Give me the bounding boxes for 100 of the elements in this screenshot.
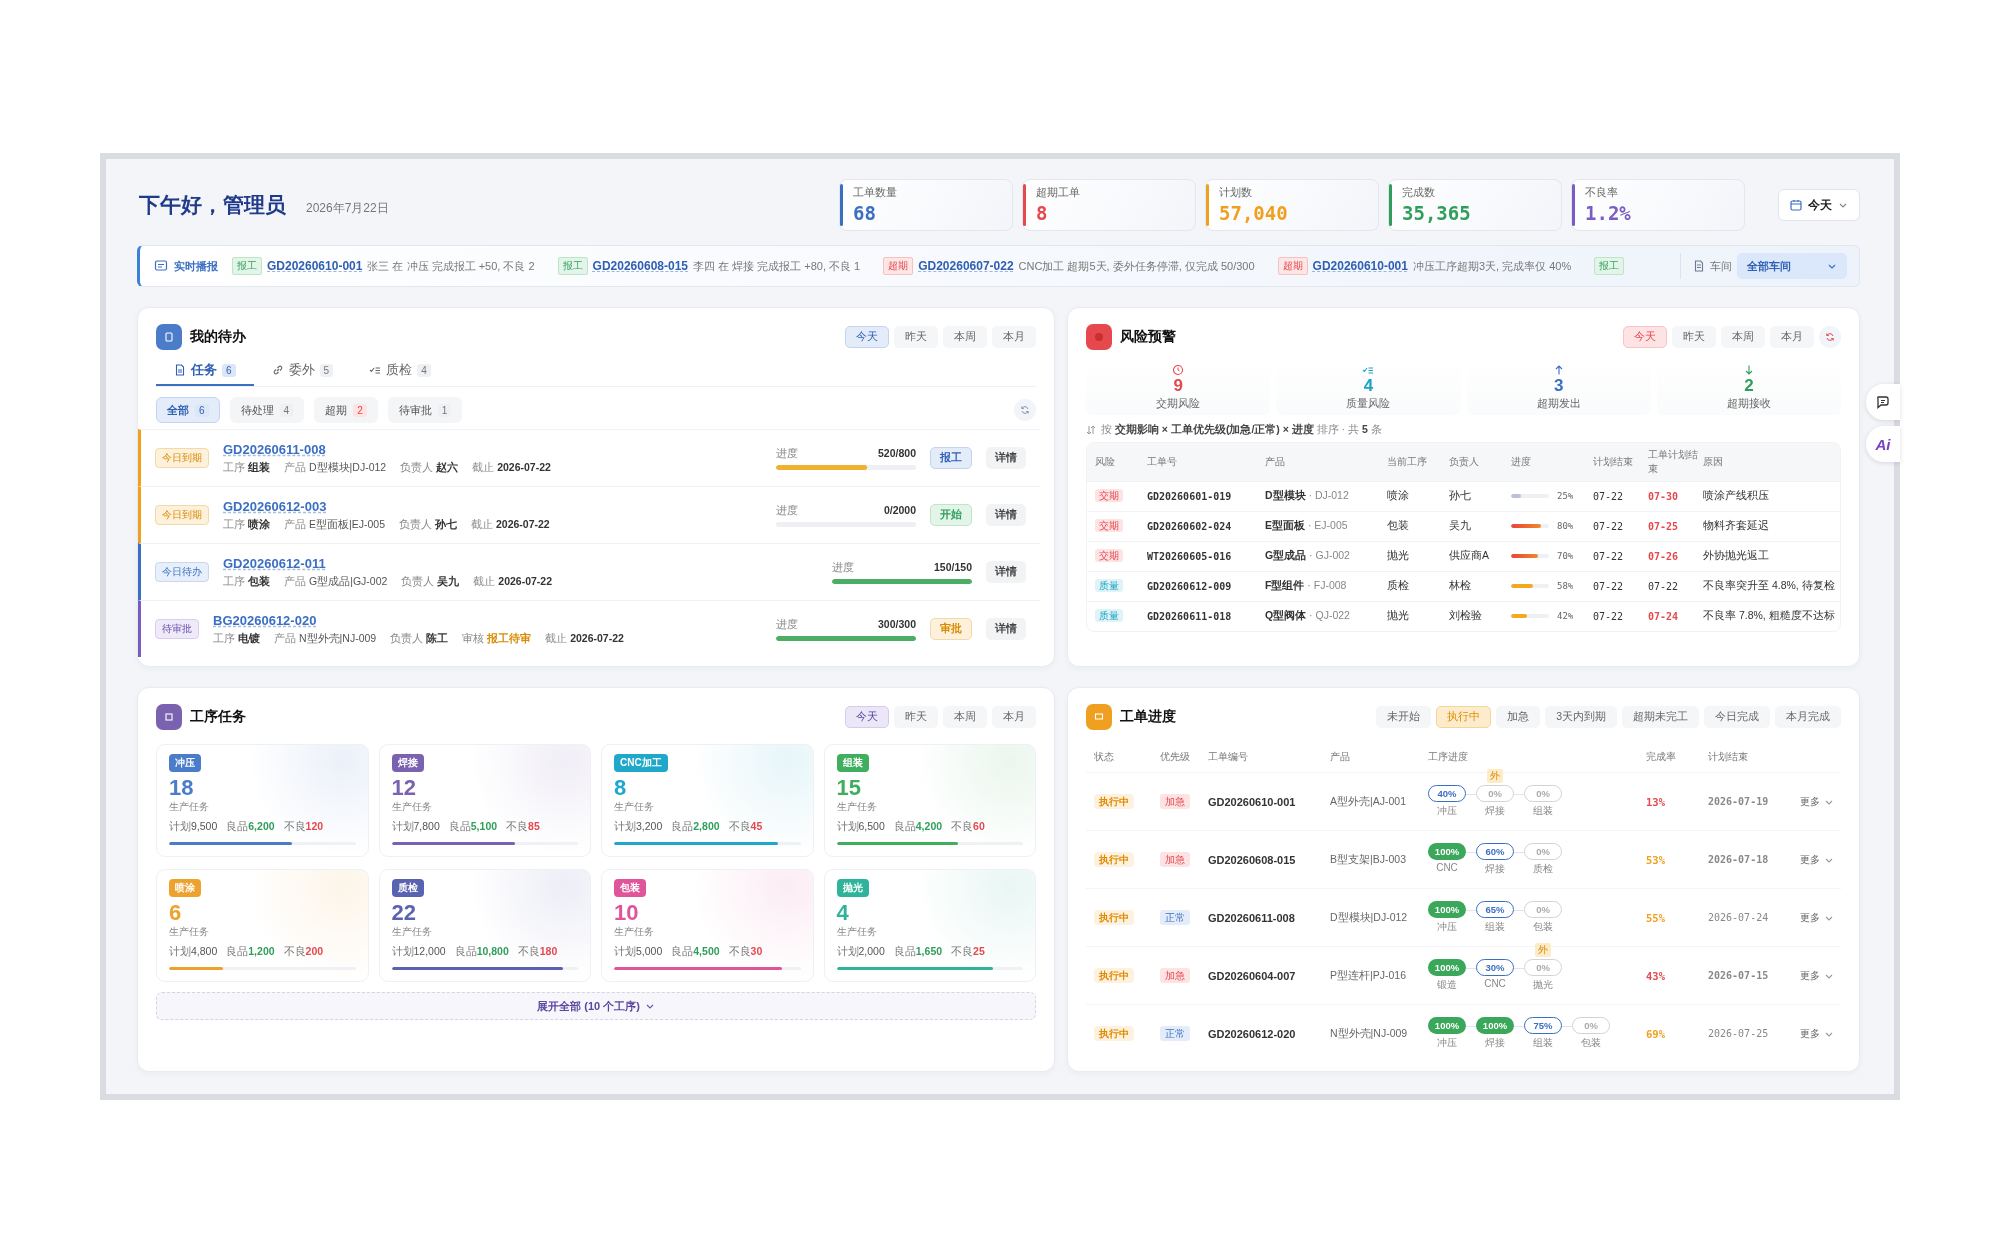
document-icon: [174, 364, 186, 376]
field-value: 2026-07-22: [496, 517, 550, 530]
filter-tab[interactable]: 未开始: [1376, 706, 1432, 728]
order-link[interactable]: GD20260608-015: [592, 259, 688, 273]
order-link[interactable]: GD20260610-001: [267, 259, 363, 273]
progress-reading: 150/150: [934, 560, 972, 575]
period-tab[interactable]: 本月: [992, 706, 1036, 728]
period-tab[interactable]: 本月: [992, 326, 1036, 348]
filter-chip[interactable]: 待审批 1: [387, 397, 463, 423]
product-name: D型模块: [1265, 489, 1306, 502]
filter-tab[interactable]: 超期未完工: [1622, 706, 1699, 728]
stat-value: 9: [1173, 377, 1183, 396]
column-header: 工单编号: [1208, 750, 1249, 764]
table-cell-text: A型外壳|AJ-001: [1330, 794, 1407, 809]
step-name: 焊接: [1485, 862, 1505, 876]
table-cell-text: 07-22: [1648, 580, 1680, 592]
period-tab[interactable]: 昨天: [1672, 326, 1716, 348]
order-link[interactable]: BG20260612-020: [213, 612, 317, 628]
todo-item[interactable]: 今日待办 GD20260612-011 工序 包装 产品 G型成品|GJ-002 负责人 吴九 截止 2026-07-22 进度 150/150 详情: [138, 543, 1040, 600]
period-tab[interactable]: 今天: [1623, 326, 1667, 348]
stat-label: 计划: [614, 820, 636, 835]
step-name: CNC: [1484, 978, 1506, 989]
field-value: 组装: [248, 460, 270, 475]
order-link[interactable]: GD20260611-008: [223, 441, 326, 457]
checklist-icon: [369, 364, 382, 376]
period-tab[interactable]: 本周: [1721, 326, 1765, 348]
progress-reading: 80%: [1557, 521, 1574, 532]
more-button[interactable]: 更多: [1800, 968, 1841, 983]
stat-value: 30: [750, 945, 763, 958]
step-progress-pill: 60%: [1476, 843, 1514, 860]
clock-icon: [1172, 364, 1185, 376]
order-link[interactable]: GD20260612-011: [223, 555, 326, 571]
count-badge: 4: [279, 403, 294, 417]
stat-value: 180: [539, 945, 558, 958]
filter-chip[interactable]: 全部 6: [156, 397, 220, 423]
table-cell-text: 07-25: [1648, 520, 1680, 532]
todo-tag: 今日到期: [155, 505, 209, 525]
more-button[interactable]: 更多: [1800, 910, 1841, 925]
action-button[interactable]: 报工: [930, 447, 972, 469]
progress-reading: 70%: [1557, 551, 1574, 562]
field-label: 截止: [471, 517, 493, 532]
process-card[interactable]: 质检 22 生产任务 计划12,000 良品10,800 不良180: [378, 869, 591, 982]
process-card[interactable]: 包装 10 生产任务 计划5,000 良品4,500 不良30: [601, 869, 814, 982]
task-count: 10: [614, 900, 639, 926]
details-button[interactable]: 详情: [986, 618, 1026, 640]
stat-label: 良品: [448, 820, 471, 835]
period-tab[interactable]: 昨天: [894, 706, 938, 728]
order-link[interactable]: GD20260607-022: [918, 259, 1014, 273]
filter-chip[interactable]: 待处理 4: [229, 397, 305, 423]
period-tab[interactable]: 本周: [943, 706, 987, 728]
category-tab[interactable]: 委外 5: [253, 356, 352, 386]
status-badge: 执行中: [1094, 909, 1134, 925]
todo-item[interactable]: 待审批 BG20260612-020 工序 电镀 产品 N型外壳|NJ-009 负责人 陈工 审核 报工待审 截止 2026-07-22 进度 300/300 审批 详情: [138, 600, 1040, 657]
more-button[interactable]: 更多: [1800, 852, 1841, 867]
more-button[interactable]: 更多: [1800, 794, 1841, 809]
period-tab[interactable]: 今天: [845, 326, 889, 348]
date-select[interactable]: 今天: [1778, 189, 1860, 221]
process-card[interactable]: 组装 15 生产任务 计划6,500 良品4,200 不良60: [823, 744, 1036, 857]
details-button[interactable]: 详情: [986, 504, 1026, 526]
field-label: 负责人: [400, 460, 434, 475]
table-cell-text: 55%: [1646, 911, 1666, 924]
filter-tab[interactable]: 3天内到期: [1545, 706, 1617, 728]
process-card[interactable]: 喷涂 6 生产任务 计划4,800 良品1,200 不良200: [156, 869, 369, 982]
category-tab[interactable]: 任务 6: [156, 356, 254, 386]
column-header: 原因: [1703, 454, 1724, 469]
period-tab[interactable]: 本月: [1770, 326, 1814, 348]
table-cell-text: GD20260611-008: [1208, 911, 1296, 924]
chat-button[interactable]: [1866, 384, 1900, 420]
filter-tab[interactable]: 加急: [1496, 706, 1541, 728]
process-card[interactable]: 焊接 12 生产任务 计划7,800 良品5,100 不良85: [378, 744, 591, 857]
period-tab[interactable]: 昨天: [894, 326, 938, 348]
process-card[interactable]: 抛光 4 生产任务 计划2,000 良品1,650 不良25: [823, 869, 1036, 982]
table-cell-text: 2026-07-24: [1708, 912, 1770, 923]
progress-bar: [1511, 584, 1549, 589]
workshop-label: 车间: [1710, 258, 1732, 274]
expand-button[interactable]: 展开全部 (10 个工序): [156, 992, 1036, 1020]
refresh-button[interactable]: [1014, 399, 1036, 421]
table-cell-text: 包装: [1387, 519, 1410, 534]
process-card[interactable]: CNC加工 8 生产任务 计划3,200 良品2,800 不良45: [601, 744, 814, 857]
todo-item[interactable]: 今日到期 GD20260611-008 工序 组装 产品 D型模块|DJ-012 负责人 赵六 截止 2026-07-22 进度 520/800 报工 详情: [138, 429, 1040, 486]
details-button[interactable]: 详情: [986, 447, 1026, 469]
count-badge: 4: [417, 363, 431, 377]
workshop-select[interactable]: 全部车间: [1737, 253, 1847, 279]
refresh-button[interactable]: [1819, 326, 1841, 348]
filter-tab[interactable]: 本月完成: [1775, 706, 1841, 728]
event-tag: 报工: [232, 257, 262, 275]
ai-assistant-button[interactable]: Ai: [1866, 426, 1900, 462]
more-button[interactable]: 更多: [1800, 1026, 1841, 1041]
order-link[interactable]: GD20260612-003: [223, 498, 327, 514]
process-card[interactable]: 冲压 18 生产任务 计划9,500 良品6,200 不良120: [156, 744, 369, 857]
count-caption: 生产任务: [169, 925, 209, 940]
period-tab[interactable]: 今天: [845, 706, 889, 728]
category-tab[interactable]: 质检 4: [351, 356, 449, 386]
table-cell-text: 喷涂: [1387, 489, 1410, 504]
filter-chip[interactable]: 超期 2: [314, 397, 378, 423]
order-link[interactable]: GD20260610-001: [1312, 259, 1408, 273]
period-tab[interactable]: 本周: [943, 326, 987, 348]
stat-label: 计划: [391, 820, 414, 835]
filter-tab[interactable]: 今日完成: [1704, 706, 1770, 728]
details-button[interactable]: 详情: [986, 561, 1026, 583]
